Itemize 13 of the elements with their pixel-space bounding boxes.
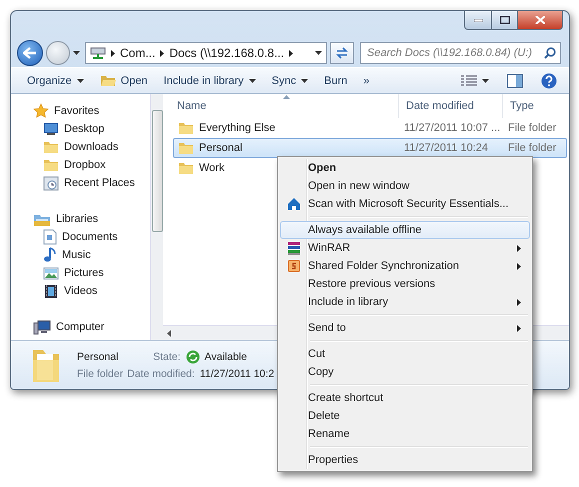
file-date: 11/27/2011 10:24 (403, 142, 490, 154)
state-value: Available (204, 351, 247, 363)
file-name: Everything Else (199, 122, 276, 134)
file-type: File folder (507, 122, 556, 134)
state-label: State: (153, 351, 181, 363)
file-date: 11/27/2011 10:07 ... (403, 122, 502, 134)
item-type: File folder (77, 368, 124, 380)
file-type: File folder (507, 142, 556, 154)
date-modified-label: Date modified: (127, 368, 195, 380)
file-name: Work (199, 162, 224, 174)
selected-item-name: Personal (77, 351, 118, 363)
date-modified-value: 11/27/2011 10:2 (200, 368, 274, 380)
file-name: Personal (199, 142, 242, 154)
